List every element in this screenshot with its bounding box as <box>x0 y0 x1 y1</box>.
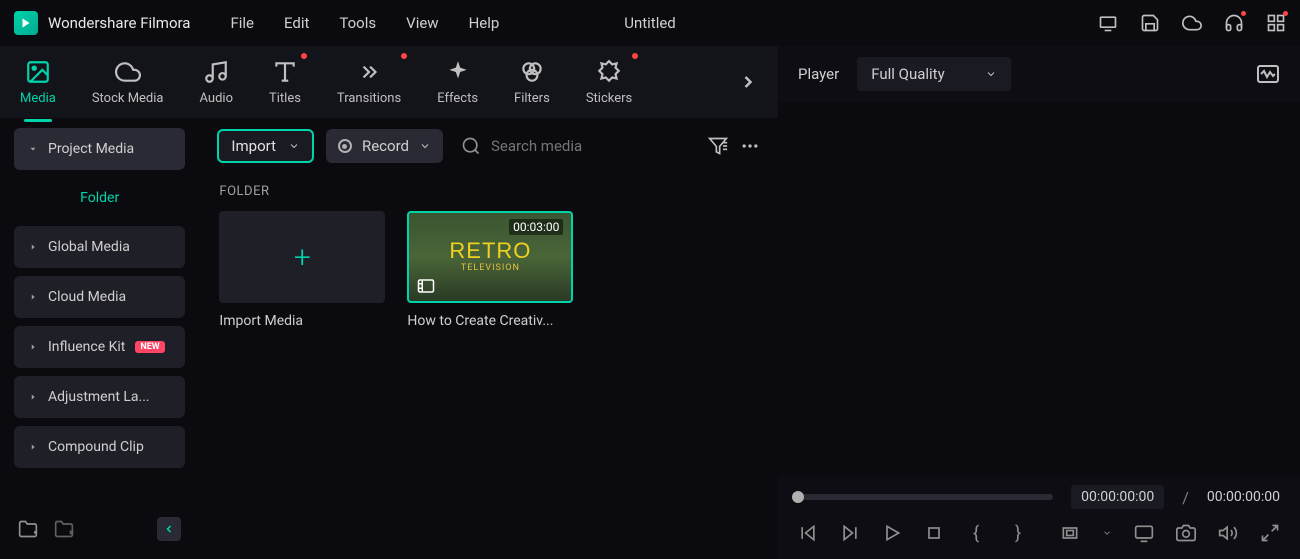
scrubber-thumb[interactable] <box>792 491 804 503</box>
menu-help[interactable]: Help <box>469 14 500 32</box>
media-grid: + Import Media 00:03:00 RETRO TELEVISION… <box>199 207 778 333</box>
menu-edit[interactable]: Edit <box>284 14 309 32</box>
media-toolbar: Import Record <box>199 118 778 174</box>
chevron-down-icon <box>985 68 997 80</box>
player-header: Player Full Quality <box>778 46 1300 102</box>
tab-stickers[interactable]: Stickers <box>586 51 632 114</box>
plus-icon: + <box>294 240 311 275</box>
record-button[interactable]: Record <box>326 129 443 163</box>
category-tabs: Media Stock Media Audio Titles Transitio… <box>0 46 778 118</box>
fullscreen-button[interactable] <box>1260 523 1280 543</box>
sidebar-subitem-folder[interactable]: Folder <box>14 178 185 218</box>
mark-in-button[interactable]: { <box>966 523 986 543</box>
sidebar-item-project-media[interactable]: Project Media <box>14 128 185 170</box>
tab-stock-media[interactable]: Stock Media <box>92 51 164 114</box>
filter-icon[interactable] <box>708 136 728 156</box>
collapse-sidebar-button[interactable] <box>157 517 181 541</box>
media-area: Import Record FOLDER <box>199 118 778 559</box>
menu-tools[interactable]: Tools <box>339 14 376 32</box>
mark-out-button[interactable]: } <box>1008 523 1028 543</box>
menubar: File Edit Tools View Help <box>230 14 499 32</box>
next-frame-button[interactable] <box>840 523 860 543</box>
quality-select[interactable]: Full Quality <box>857 57 1010 91</box>
titlebar-actions <box>1098 13 1286 33</box>
sidebar-item-influence-kit[interactable]: Influence Kit NEW <box>14 326 185 368</box>
menu-file[interactable]: File <box>230 14 254 32</box>
cloud-icon[interactable] <box>1182 13 1202 33</box>
display-button[interactable] <box>1134 523 1154 543</box>
new-dot <box>632 53 638 59</box>
screen-icon[interactable] <box>1098 13 1118 33</box>
folder-add-icon[interactable] <box>18 519 38 539</box>
timeline-scrubber[interactable] <box>798 494 1053 500</box>
import-button[interactable]: Import <box>217 129 314 163</box>
tab-effects[interactable]: Effects <box>437 51 478 114</box>
chevron-down-icon <box>419 140 431 152</box>
video-type-icon <box>417 277 435 295</box>
waveform-button[interactable] <box>1256 64 1280 84</box>
app-logo <box>14 11 38 35</box>
sidebar-item-compound-clip[interactable]: Compound Clip <box>14 426 185 468</box>
player-panel: Player Full Quality 00:00:00:00 / 00:00:… <box>778 46 1300 559</box>
stop-button[interactable] <box>924 523 944 543</box>
tab-audio[interactable]: Audio <box>200 51 233 114</box>
player-controls: 00:00:00:00 / 00:00:00:00 { } <box>778 475 1300 559</box>
volume-button[interactable] <box>1218 523 1238 543</box>
timecode-current: 00:00:00:00 <box>1071 485 1164 509</box>
left-panel: Media Stock Media Audio Titles Transitio… <box>0 46 778 559</box>
more-icon[interactable] <box>740 136 760 156</box>
folder-remove-icon[interactable] <box>54 519 74 539</box>
play-button[interactable] <box>882 523 902 543</box>
search-icon[interactable] <box>461 136 481 156</box>
headphones-icon[interactable] <box>1224 13 1244 33</box>
player-label: Player <box>798 65 839 83</box>
video-thumb[interactable]: 00:03:00 RETRO TELEVISION <box>407 211 573 303</box>
prev-frame-button[interactable] <box>798 523 818 543</box>
import-thumb[interactable]: + <box>219 211 385 303</box>
save-icon[interactable] <box>1140 13 1160 33</box>
titlebar: Wondershare Filmora File Edit Tools View… <box>0 0 1300 46</box>
timecode-total: 00:00:00:00 <box>1207 489 1280 505</box>
grid-icon[interactable] <box>1266 13 1286 33</box>
tab-titles[interactable]: Titles <box>269 51 301 114</box>
search-input[interactable] <box>491 137 690 155</box>
new-dot <box>301 53 307 59</box>
main: Media Stock Media Audio Titles Transitio… <box>0 46 1300 559</box>
sidebar-item-global-media[interactable]: Global Media <box>14 226 185 268</box>
new-dot <box>401 53 407 59</box>
tabs-next-icon[interactable] <box>738 72 758 92</box>
preview-viewport[interactable] <box>778 102 1300 475</box>
media-card-import[interactable]: + Import Media <box>219 211 385 329</box>
sidebar: Project Media Folder Global Media Cloud … <box>0 118 199 559</box>
crop-chevron-icon[interactable] <box>1102 523 1112 543</box>
tab-transitions[interactable]: Transitions <box>337 51 401 114</box>
project-title: Untitled <box>624 14 676 32</box>
menu-view[interactable]: View <box>406 14 438 32</box>
chevron-down-icon <box>288 140 300 152</box>
sidebar-item-adjustment-layer[interactable]: Adjustment La... <box>14 376 185 418</box>
record-icon <box>338 139 352 153</box>
tab-filters[interactable]: Filters <box>514 51 550 114</box>
time-separator: / <box>1182 488 1189 507</box>
brand-name: Wondershare Filmora <box>48 14 190 32</box>
crop-button[interactable] <box>1060 523 1080 543</box>
new-badge: NEW <box>135 341 164 353</box>
sidebar-item-cloud-media[interactable]: Cloud Media <box>14 276 185 318</box>
search-wrap <box>455 136 696 156</box>
media-card-video[interactable]: 00:03:00 RETRO TELEVISION How to Create … <box>407 211 573 329</box>
sidebar-footer <box>14 509 185 549</box>
folder-heading: FOLDER <box>199 174 778 207</box>
timeline-row: 00:00:00:00 / 00:00:00:00 <box>798 485 1280 509</box>
content-row: Project Media Folder Global Media Cloud … <box>0 118 778 559</box>
duration-badge: 00:03:00 <box>509 219 563 235</box>
snapshot-button[interactable] <box>1176 523 1196 543</box>
tab-media[interactable]: Media <box>20 51 56 114</box>
transport-bar: { } <box>798 523 1280 543</box>
